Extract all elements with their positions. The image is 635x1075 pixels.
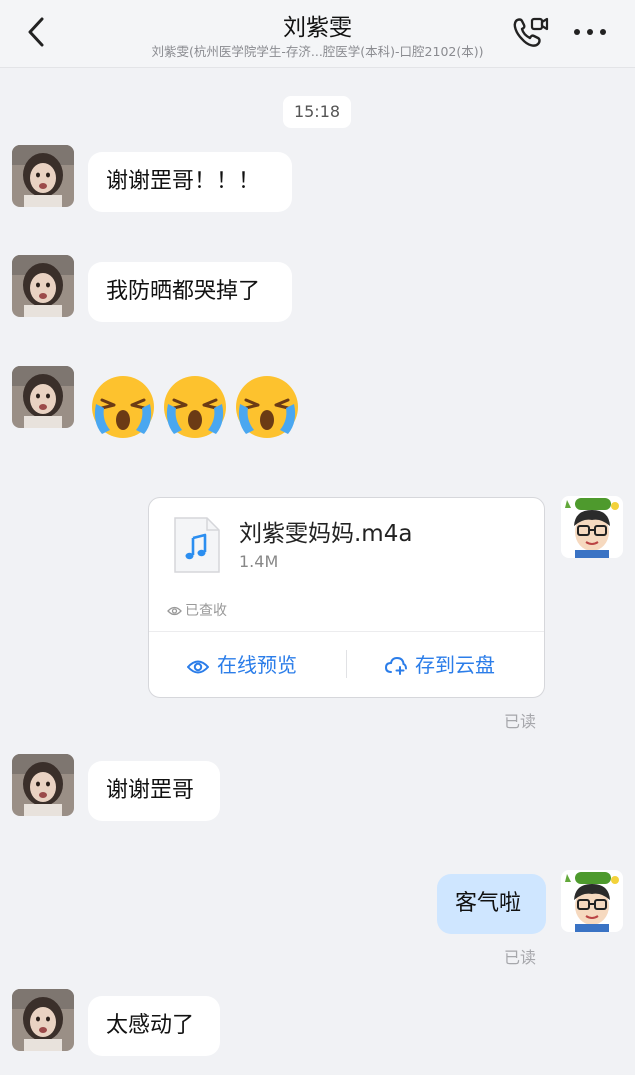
- message-bubble[interactable]: 我防晒都哭掉了: [88, 262, 292, 322]
- audio-file-icon: [174, 517, 220, 573]
- crying-face-icon: [164, 376, 226, 438]
- eye-icon: [167, 606, 182, 616]
- contact-avatar[interactable]: [12, 255, 74, 317]
- my-avatar[interactable]: [561, 496, 623, 558]
- crying-face-icon: [92, 376, 154, 438]
- video-call-icon[interactable]: [510, 14, 550, 50]
- preview-online-button[interactable]: 在线预览: [186, 648, 297, 682]
- message-bubble[interactable]: 太感动了: [88, 996, 220, 1056]
- file-message-card[interactable]: 刘紫雯妈妈.m4a 1.4M 已查收 在线预览 存到云盘: [148, 497, 545, 698]
- contact-avatar[interactable]: [12, 145, 74, 207]
- crying-face-icon: [236, 376, 298, 438]
- card-vertical-divider: [346, 650, 347, 678]
- preview-online-label: 在线预览: [217, 653, 297, 677]
- contact-avatar[interactable]: [12, 754, 74, 816]
- my-avatar[interactable]: [561, 870, 623, 932]
- message-bubble[interactable]: 谢谢罡哥！！！: [88, 152, 292, 212]
- contact-avatar[interactable]: [12, 989, 74, 1051]
- file-size: 1.4M: [239, 552, 279, 571]
- save-to-cloud-button[interactable]: 存到云盘: [384, 648, 495, 682]
- read-receipt: 已读: [504, 712, 537, 731]
- file-name[interactable]: 刘紫雯妈妈.m4a: [239, 514, 412, 548]
- card-divider: [149, 631, 544, 632]
- read-receipt: 已读: [504, 948, 537, 967]
- received-label: 已查收: [185, 603, 227, 619]
- eye-icon: [186, 660, 210, 674]
- more-options-icon[interactable]: [570, 20, 610, 44]
- save-to-cloud-label: 存到云盘: [415, 653, 495, 677]
- cloud-upload-icon: [384, 656, 407, 675]
- file-received-status: 已查收: [167, 600, 227, 620]
- my-message-bubble[interactable]: 客气啦: [437, 874, 546, 934]
- contact-avatar[interactable]: [12, 366, 74, 428]
- chat-header: 刘紫雯 刘紫雯(杭州医学院学生-存济...腔医学(本科)-口腔2102(本)): [0, 0, 635, 68]
- message-bubble[interactable]: 谢谢罡哥: [88, 761, 220, 821]
- timestamp-pill: 15:18: [283, 96, 351, 128]
